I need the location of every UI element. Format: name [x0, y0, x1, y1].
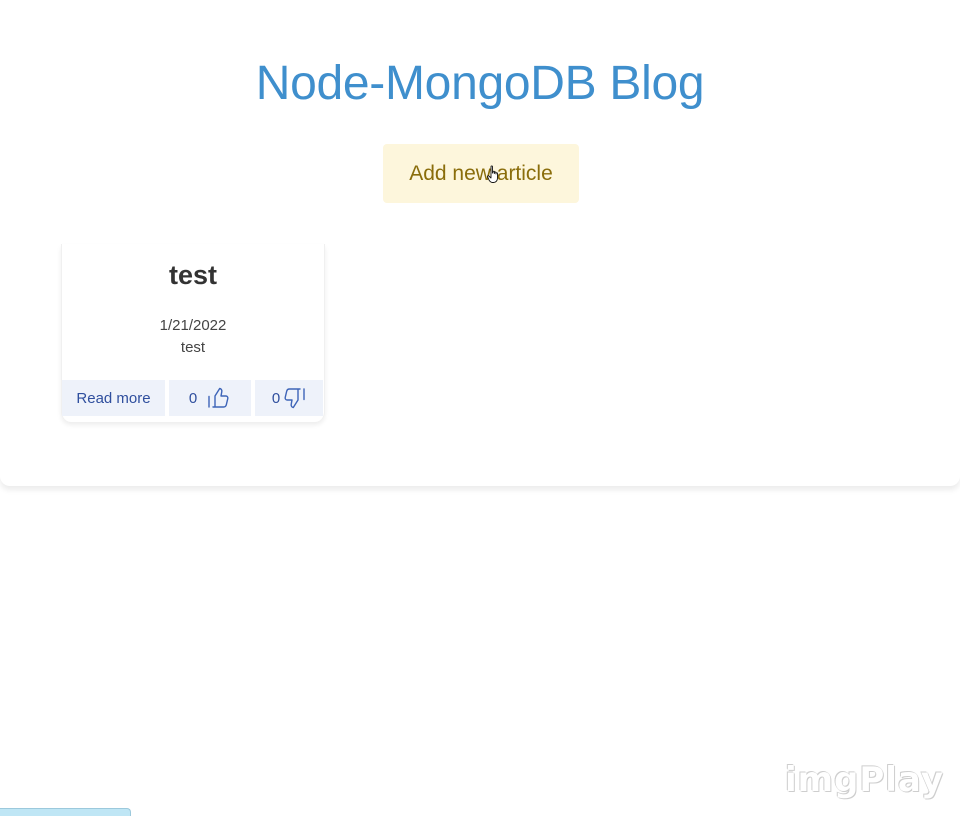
article-card: test 1/21/2022 test Read more 0 0: [61, 244, 325, 422]
like-count: 0: [188, 389, 198, 407]
article-snippet: test: [180, 339, 206, 356]
dislike-count: 0: [271, 389, 281, 407]
read-more-button[interactable]: Read more: [62, 380, 165, 416]
dislike-button[interactable]: 0: [255, 380, 323, 416]
thumbs-down-icon: [282, 386, 306, 410]
browser-status-bar: [0, 808, 131, 816]
thumbs-up-icon: [207, 386, 231, 410]
article-date: 1/21/2022: [159, 317, 227, 334]
like-button[interactable]: 0: [169, 380, 251, 416]
main-panel: Node-MongoDB Blog Add new article test 1…: [0, 0, 960, 486]
add-new-article-button[interactable]: Add new article: [383, 144, 579, 203]
page-title: Node-MongoDB Blog: [255, 57, 705, 110]
watermark-logo: imgPlay: [784, 760, 944, 800]
article-title: test: [168, 260, 217, 290]
article-actions: Read more 0 0: [62, 380, 324, 416]
